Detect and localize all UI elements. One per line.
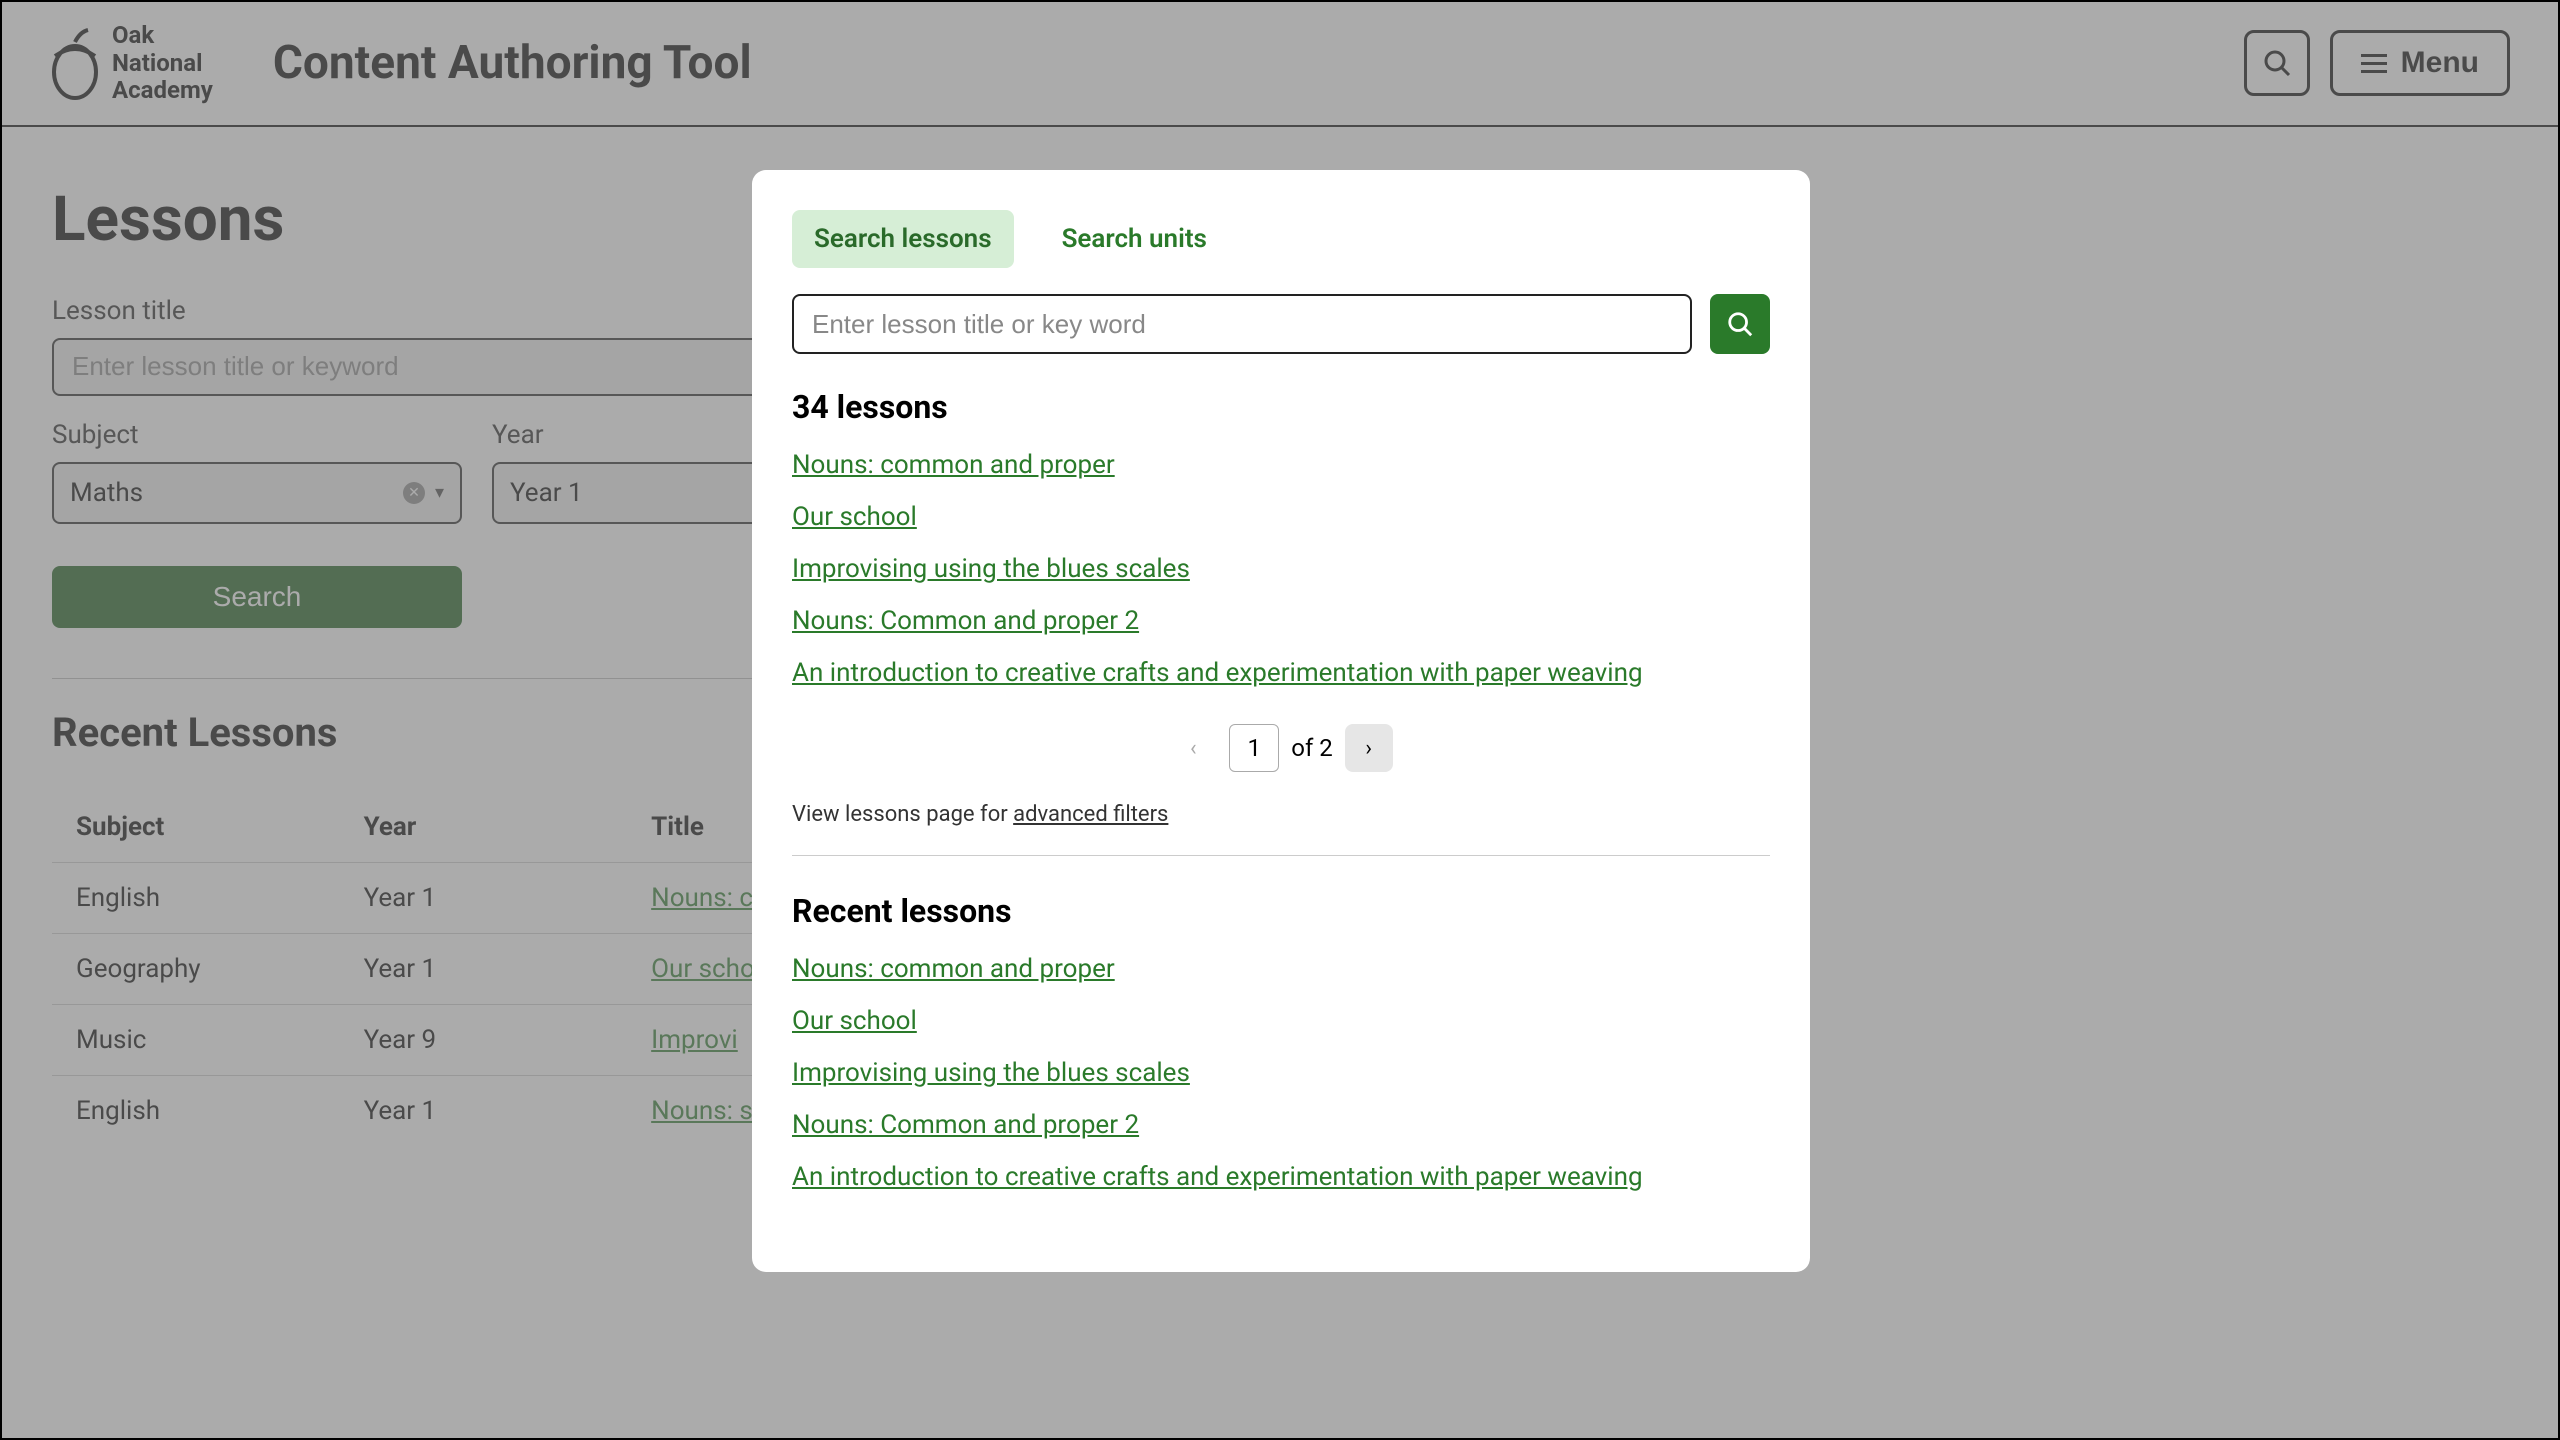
results-heading: 34 lessons (792, 388, 1770, 426)
advanced-filters-link[interactable]: advanced filters (1013, 802, 1168, 827)
modal-search-button[interactable] (1710, 294, 1770, 354)
result-link[interactable]: Our school (792, 502, 1770, 532)
page-of-label: of 2 (1291, 734, 1332, 762)
results-list: Nouns: common and proper Our school Impr… (792, 450, 1770, 688)
view-more-text: View lessons page for advanced filters (792, 802, 1770, 827)
recent-list: Nouns: common and proper Our school Impr… (792, 954, 1770, 1192)
search-icon (1726, 310, 1754, 338)
recent-link[interactable]: Improvising using the blues scales (792, 1058, 1770, 1088)
recent-link[interactable]: Nouns: common and proper (792, 954, 1770, 984)
page-next-button[interactable]: › (1345, 724, 1393, 772)
modal-search-input[interactable] (792, 294, 1692, 354)
tab-search-units[interactable]: Search units (1040, 210, 1229, 268)
recent-link[interactable]: Nouns: Common and proper 2 (792, 1110, 1770, 1140)
result-link[interactable]: Nouns: common and proper (792, 450, 1770, 480)
page-current[interactable]: 1 (1229, 724, 1279, 772)
modal-recent-heading: Recent lessons (792, 892, 1770, 930)
result-link[interactable]: Improvising using the blues scales (792, 554, 1770, 584)
chevron-right-icon: › (1365, 736, 1372, 761)
chevron-left-icon: ‹ (1190, 736, 1197, 761)
pagination: ‹ 1 of 2 › (792, 724, 1770, 772)
page-prev-button[interactable]: ‹ (1169, 724, 1217, 772)
modal-divider (792, 855, 1770, 856)
app-frame: Oak National Academy Content Authoring T… (0, 0, 2560, 1440)
recent-link[interactable]: An introduction to creative crafts and e… (792, 1162, 1770, 1192)
result-link[interactable]: An introduction to creative crafts and e… (792, 658, 1770, 688)
modal-search-row (792, 294, 1770, 354)
tab-search-lessons[interactable]: Search lessons (792, 210, 1014, 268)
result-link[interactable]: Nouns: Common and proper 2 (792, 606, 1770, 636)
search-modal: Search lessons Search units 34 lessons N… (752, 170, 1810, 1272)
recent-link[interactable]: Our school (792, 1006, 1770, 1036)
modal-tabs: Search lessons Search units (792, 210, 1770, 268)
